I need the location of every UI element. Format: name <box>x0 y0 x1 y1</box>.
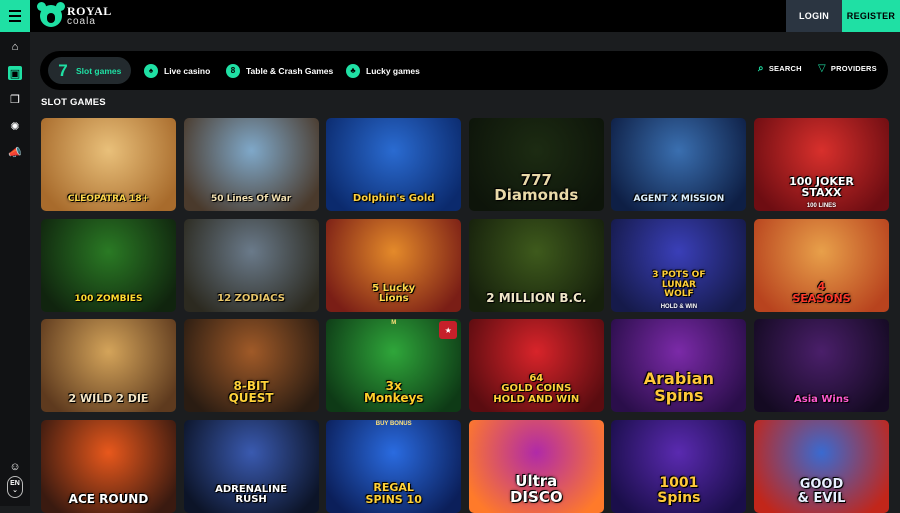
tab-table-crash-games[interactable]: 8 Table & Crash Games <box>218 57 343 84</box>
game-title: 3x Monkeys <box>363 378 424 406</box>
game-tile[interactable]: 4 SEASONS <box>754 218 889 312</box>
game-tag: BUY BONUS <box>375 420 412 427</box>
game-title: 12 ZODIACS <box>217 293 285 304</box>
game-tile[interactable]: 12 ZODIACS <box>183 218 319 312</box>
game-title: ACE ROUND <box>68 491 149 506</box>
game-title: 777 Diamonds <box>494 170 579 205</box>
language-code: EN <box>10 480 20 487</box>
game-title: REGAL SPINS 10 <box>365 481 422 506</box>
game-title: 5 Lucky Lions <box>372 282 416 304</box>
tab-slot-games[interactable]: 7 Slot games <box>48 57 132 84</box>
tab-label: Slot games <box>76 65 122 76</box>
settings-icon[interactable]: ✺ <box>8 119 22 133</box>
login-button[interactable]: LOGIN <box>786 0 842 32</box>
spade-chip-icon: ♠ <box>144 63 158 78</box>
game-title: Arabian Spins <box>643 369 714 406</box>
game-tile[interactable]: Ultra DISCO <box>468 419 604 513</box>
game-tile[interactable]: ACE ROUND <box>41 419 176 513</box>
search-button[interactable]: ⌕ SEARCH <box>758 63 802 74</box>
game-title: CLEOPATRA 18+ <box>67 193 150 204</box>
search-icon: ⌕ <box>758 63 764 74</box>
game-title: 3 POTS OF LUNAR WOLF <box>652 270 706 300</box>
game-title: 4 SEASONS <box>792 280 851 305</box>
game-subtitle: HOLD & WIN <box>660 303 698 310</box>
language-selector[interactable]: EN ⌄ <box>7 476 23 498</box>
home-icon[interactable]: ⌂ <box>8 40 22 54</box>
game-tile[interactable]: 64 GOLD COINS HOLD AND WIN <box>468 319 604 412</box>
game-tile[interactable]: 2 MILLION B.C. <box>468 218 604 312</box>
koala-logo-icon <box>37 2 65 27</box>
brand-logo[interactable]: ROYAL coala <box>37 2 112 28</box>
game-subtitle: 100 LINES <box>806 203 837 209</box>
tab-label: Live casino <box>164 65 211 76</box>
game-title: 100 ZOMBIES <box>74 294 143 305</box>
providers-label: PROVIDERS <box>830 64 877 73</box>
game-title: 64 GOLD COINS HOLD AND WIN <box>493 372 580 405</box>
game-title: 8-BIT QUEST <box>228 378 274 406</box>
section-title: SLOT GAMES <box>41 97 106 108</box>
clover-icon: ♣ <box>346 63 360 78</box>
providers-button[interactable]: ▽ PROVIDERS <box>818 63 877 74</box>
game-tile[interactable]: ADRENALINE RUSH <box>183 419 319 513</box>
game-tile[interactable]: 2 WILD 2 DIE <box>41 319 176 412</box>
game-title: AGENT X MISSION <box>633 193 725 204</box>
filter-icon: ▽ <box>818 63 826 74</box>
promotions-icon[interactable]: 📣 <box>8 145 22 159</box>
game-tile[interactable]: 3 POTS OF LUNAR WOLF HOLD & WIN <box>611 218 747 312</box>
game-title: GOOD & EVIL <box>797 477 846 506</box>
game-title: ADRENALINE RUSH <box>215 483 288 505</box>
top-bar: ROYAL coala LOGIN REGISTER <box>0 0 900 32</box>
game-title: Ultra DISCO <box>509 472 563 506</box>
game-tile[interactable]: 777 Diamonds <box>468 118 604 211</box>
game-tile[interactable]: 100 JOKER STAXX 100 LINES <box>754 118 889 211</box>
search-label: SEARCH <box>768 64 802 73</box>
game-tile[interactable]: 50 Lines Of War <box>183 118 319 211</box>
register-button[interactable]: REGISTER <box>842 0 900 32</box>
game-title: 2 WILD 2 DIE <box>68 392 149 406</box>
game-tile[interactable]: Arabian Spins <box>611 319 747 412</box>
game-title: 100 JOKER STAXX <box>789 174 854 200</box>
game-tile[interactable]: M ★ 3x Monkeys <box>326 319 462 412</box>
game-tile[interactable]: GOOD & EVIL <box>754 419 889 513</box>
logo-text-coala: coala <box>67 16 96 27</box>
eight-ball-icon: 8 <box>226 63 240 78</box>
chat-icon[interactable]: ☺ <box>8 460 22 474</box>
game-title: 50 Lines Of War <box>210 193 292 204</box>
sidebar: ⌂ ▣ ❐ ✺ 📣 ☺ EN ⌄ <box>0 32 30 506</box>
tab-label: Table & Crash Games <box>246 65 334 76</box>
tab-lucky-games[interactable]: ♣ Lucky games <box>338 57 430 84</box>
tab-label: Lucky games <box>366 65 420 76</box>
game-tile[interactable]: 5 Lucky Lions <box>326 218 462 312</box>
seven-icon: 7 <box>58 60 68 80</box>
game-tile[interactable]: 100 ZOMBIES <box>41 218 176 312</box>
game-title: 1001 Spins <box>657 475 701 506</box>
provider-badge-icon: ★ <box>439 321 458 339</box>
game-tile[interactable]: 8-BIT QUEST <box>183 319 319 412</box>
menu-icon[interactable] <box>0 0 30 32</box>
tab-live-casino[interactable]: ♠ Live casino <box>136 57 220 84</box>
slots-icon[interactable]: ▣ <box>8 66 22 80</box>
game-tile[interactable]: Asia Wins <box>754 319 889 412</box>
game-title: Asia Wins <box>794 393 849 405</box>
game-tile[interactable]: CLEOPATRA 18+ <box>41 118 176 211</box>
game-title: 2 MILLION B.C. <box>486 290 587 305</box>
cards-icon[interactable]: ❐ <box>8 92 22 106</box>
game-tile[interactable]: BUY BONUS REGAL SPINS 10 <box>326 419 462 513</box>
game-tile[interactable]: Dolphin's Gold <box>326 118 462 211</box>
game-tile[interactable]: AGENT X MISSION <box>611 118 747 211</box>
game-tile[interactable]: 1001 Spins <box>611 419 747 513</box>
chevron-down-icon: ⌄ <box>12 487 18 494</box>
game-title: Dolphin's Gold <box>352 192 435 204</box>
